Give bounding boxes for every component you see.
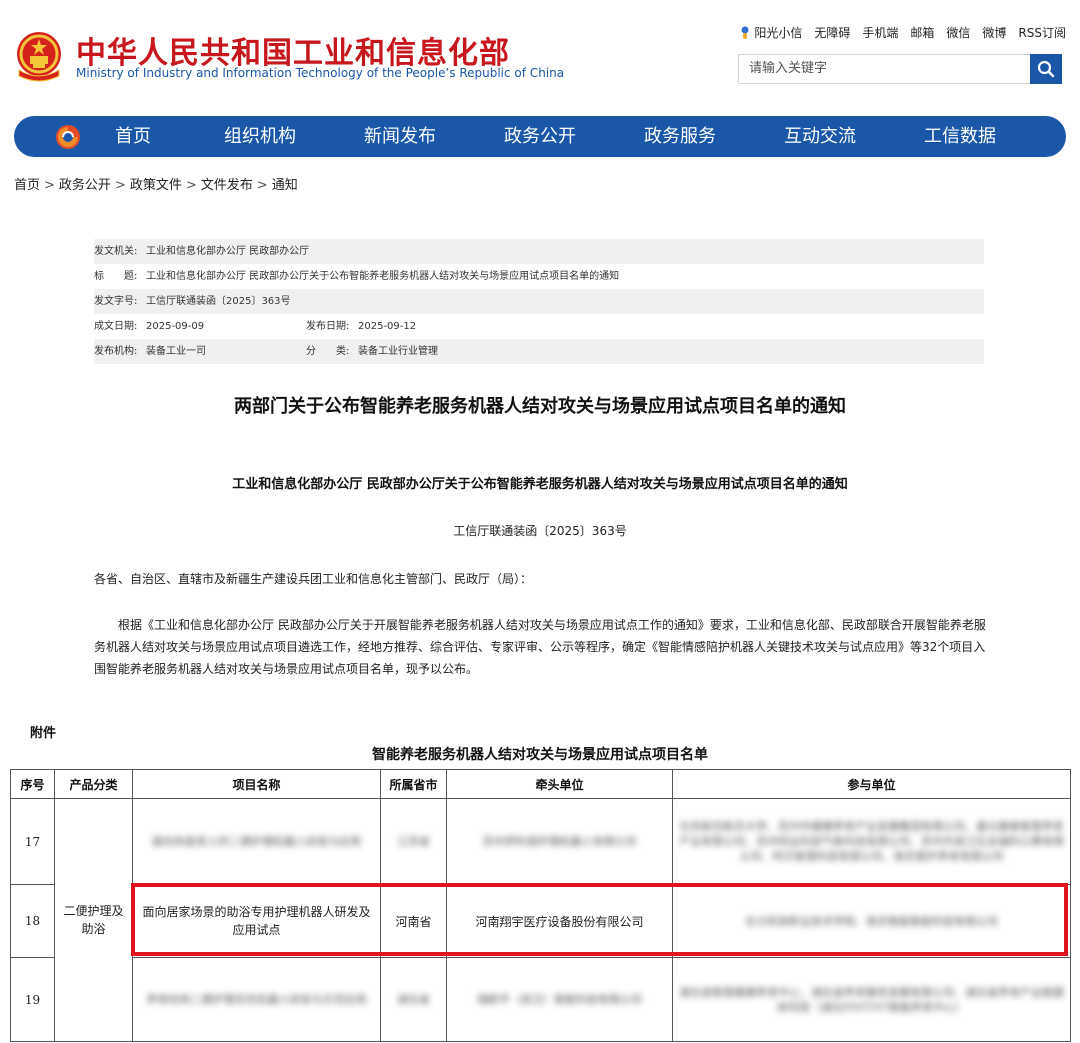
meta-row-title: 标 题: 工业和信息化部办公厅 民政部办公厅关于公布智能养老服务机器人结对攻关与…	[94, 264, 984, 289]
meta-value: 装备工业一司	[146, 346, 206, 357]
blurred-text: 养老机构二便护理无忧机器人研发与示范应用	[146, 993, 367, 1006]
meta-label: 发文字号:	[94, 296, 138, 307]
mascot-icon	[741, 26, 749, 39]
search-box	[738, 54, 1064, 86]
table-row: 19 养老机构二便护理无忧机器人研发与示范应用 湖北省 瑞欧平（武汉）智能科技有…	[10, 957, 1071, 1042]
top-link-wechat[interactable]: 微信	[946, 24, 970, 41]
cell-no: 19	[10, 957, 55, 1042]
cell-project-name: 面向失能老人的二便护理机器人研发与应用	[132, 798, 381, 885]
attachment-label: 附件	[30, 726, 57, 741]
nav-item-news[interactable]: 新闻发布	[350, 116, 450, 157]
meta-value: 工信厅联通装函〔2025〕363号	[146, 296, 291, 307]
document-number: 工信厅联通装函〔2025〕363号	[453, 524, 627, 538]
document-body: 根据《工业和信息化部办公厅 民政部办公厅关于开展智能养老服务机器人结对攻关与场景…	[94, 618, 986, 676]
header-lead-unit: 牵头单位	[446, 769, 673, 799]
header-partner-units: 参与单位	[672, 769, 1071, 799]
meta-value: 装备工业行业管理	[358, 346, 438, 357]
cell-lead-unit: 瑞欧平（武汉）智能科技有限公司	[446, 957, 673, 1042]
top-links: 阳光小信 无障碍 手机端 邮箱 微信 微博 RSS订阅	[740, 24, 1066, 41]
cell-partner-units: 湖北省智慧健康养老中心、湖北省养老服务发展有限公司、湖北省养老产业联盟研究院（湖…	[672, 957, 1071, 1042]
document-addressee: 各省、自治区、直辖市及新疆生产建设兵团工业和信息化主管部门、民政厅（局）：	[94, 572, 533, 586]
top-link-rss[interactable]: RSS订阅	[1018, 24, 1066, 41]
table-title: 智能养老服务机器人结对攻关与场景应用试点项目名单	[372, 747, 708, 763]
header-province: 所属省市	[380, 769, 447, 799]
cell-partner-units: 北京航空航天大学、苏州市健康养老产业发展集团有限公司、盛元康泰智慧养老产业有限公…	[672, 798, 1071, 885]
cell-lead-unit: 河南翔宇医疗设备股份有限公司	[446, 884, 673, 958]
search-icon	[1037, 60, 1055, 78]
blurred-text: 江苏省	[397, 835, 430, 848]
meta-value: 工业和信息化部办公厅 民政部办公厅关于公布智能养老服务机器人结对攻关与场景应用试…	[146, 271, 620, 282]
header-category: 产品分类	[54, 769, 133, 799]
breadcrumb-policy-docs[interactable]: 政策文件	[130, 178, 182, 193]
blurred-text: 瑞欧平（武汉）智能科技有限公司	[477, 993, 642, 1006]
top-link-mail[interactable]: 邮箱	[910, 24, 934, 41]
cell-no: 17	[10, 798, 55, 885]
project-table: 序号 产品分类 项目名称 所属省市 牵头单位 参与单位 17 二便护理及助浴 面…	[10, 769, 1071, 1042]
cell-partner-units: 长沙民政职业技术学院、南京智能智能科技有限公司	[672, 884, 1071, 958]
cell-lead-unit: 苏州伊利诺护理机器人有限公司	[446, 798, 673, 885]
cell-province: 湖北省	[380, 957, 447, 1042]
nav-item-data[interactable]: 工信数据	[910, 116, 1010, 157]
breadcrumb: 首页 > 政务公开 > 政策文件 > 文件发布 > 通知	[14, 178, 298, 193]
nav-item-home[interactable]: 首页	[100, 116, 166, 157]
table-row: 17 二便护理及助浴 面向失能老人的二便护理机器人研发与应用 江苏省 苏州伊利诺…	[10, 798, 1071, 1042]
cell-project-name: 面向居家场景的助浴专用护理机器人研发及应用试点	[132, 884, 381, 958]
search-button[interactable]	[1030, 54, 1062, 84]
header-no: 序号	[10, 769, 55, 799]
nav-item-interaction[interactable]: 互动交流	[770, 116, 870, 157]
top-link-mobile[interactable]: 手机端	[862, 24, 898, 41]
blurred-text: 湖北省	[397, 993, 430, 1006]
meta-row-docno: 发文字号: 工信厅联通装函〔2025〕363号	[94, 289, 984, 314]
cell-province: 江苏省	[380, 798, 447, 885]
site-header: 中华人民共和国工业和信息化部 Ministry of Industry and …	[0, 0, 1080, 110]
meta-label: 成文日期:	[94, 321, 138, 332]
meta-value: 2025-09-09	[146, 321, 205, 332]
cell-project-name: 养老机构二便护理无忧机器人研发与示范应用	[132, 957, 381, 1042]
breadcrumb-gov-affairs[interactable]: 政务公开	[59, 178, 111, 193]
document-meta: 发文机关: 工业和信息化部办公厅 民政部办公厅 标 题: 工业和信息化部办公厅 …	[94, 239, 984, 364]
meta-label: 发文机关:	[94, 246, 138, 257]
header-project-name: 项目名称	[132, 769, 381, 799]
nav-item-gov-affairs[interactable]: 政务公开	[490, 116, 590, 157]
meta-label: 发布机构:	[94, 346, 138, 357]
search-input[interactable]	[738, 54, 1030, 84]
document-title: 两部门关于公布智能养老服务机器人结对攻关与场景应用试点项目名单的通知	[234, 396, 846, 417]
breadcrumb-file-release[interactable]: 文件发布	[201, 178, 253, 193]
cell-province: 河南省	[380, 884, 447, 958]
breadcrumb-notice[interactable]: 通知	[272, 178, 298, 193]
miit-logo-icon	[56, 125, 80, 149]
blurred-text: 北京航空航天大学、苏州市健康养老产业发展集团有限公司、盛元康泰智慧养老产业有限公…	[679, 820, 1064, 863]
meta-row-issuer: 发文机关: 工业和信息化部办公厅 民政部办公厅	[94, 239, 984, 264]
blurred-text: 湖北省智慧健康养老中心、湖北省养老服务发展有限公司、湖北省养老产业联盟研究院（湖…	[679, 985, 1064, 1014]
meta-value: 工业和信息化部办公厅 民政部办公厅	[146, 246, 310, 257]
top-link-weibo[interactable]: 微博	[982, 24, 1006, 41]
nav-item-gov-services[interactable]: 政务服务	[630, 116, 730, 157]
breadcrumb-home[interactable]: 首页	[14, 178, 40, 193]
national-emblem-icon	[17, 32, 61, 82]
top-link-accessibility[interactable]: 无障碍	[814, 24, 850, 41]
meta-row-dates: 成文日期: 2025-09-09 发布日期: 2025-09-12	[94, 314, 984, 339]
document-subtitle: 工业和信息化部办公厅 民政部办公厅关于公布智能养老服务机器人结对攻关与场景应用试…	[232, 477, 848, 492]
main-nav: 首页 组织机构 新闻发布 政务公开 政务服务 互动交流 工信数据	[14, 116, 1066, 157]
cell-category: 二便护理及助浴	[54, 798, 133, 1042]
blurred-text: 苏州伊利诺护理机器人有限公司	[482, 835, 637, 848]
meta-label: 标 题:	[94, 271, 138, 282]
site-subtitle: Ministry of Industry and Information Tec…	[76, 66, 565, 80]
blurred-text: 面向失能老人的二便护理机器人研发与应用	[152, 835, 361, 848]
cell-no: 18	[10, 884, 55, 958]
table-header-row: 序号 产品分类 项目名称 所属省市 牵头单位 参与单位	[10, 769, 1071, 799]
meta-row-org: 发布机构: 装备工业一司 分 类: 装备工业行业管理	[94, 339, 984, 364]
meta-value: 2025-09-12	[358, 321, 417, 332]
nav-item-organization[interactable]: 组织机构	[210, 116, 310, 157]
meta-label: 发布日期:	[306, 321, 350, 332]
blurred-text: 长沙民政职业技术学院、南京智能智能科技有限公司	[745, 914, 998, 928]
top-link-label: 阳光小信	[754, 26, 803, 40]
top-link-sunshine[interactable]: 阳光小信	[740, 24, 802, 41]
meta-label: 分 类:	[306, 346, 350, 357]
table-row: 18 面向居家场景的助浴专用护理机器人研发及应用试点 河南省 河南翔宇医疗设备股…	[10, 884, 1071, 958]
